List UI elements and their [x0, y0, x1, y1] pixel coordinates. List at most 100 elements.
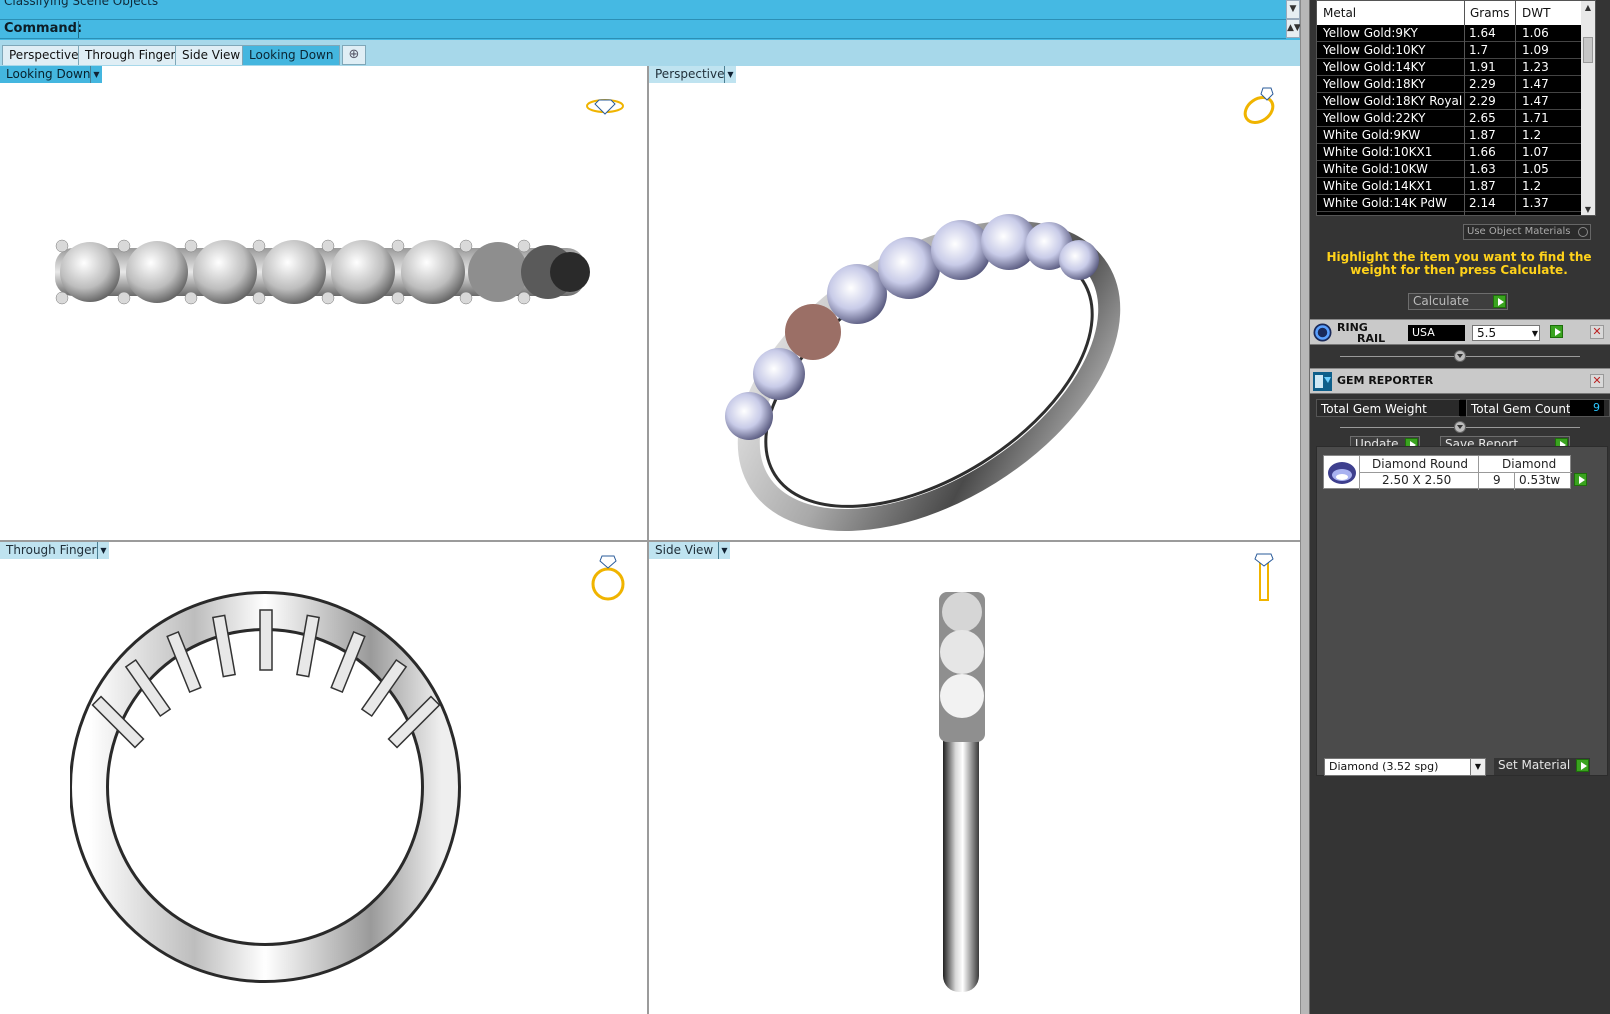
- ring-front-render: [70, 591, 461, 983]
- gem-row-play-icon[interactable]: [1574, 473, 1587, 486]
- ring-size-select[interactable]: 5.5 ▼: [1472, 325, 1540, 341]
- chevron-down-icon[interactable]: ▼: [1470, 759, 1485, 775]
- tab-side-view[interactable]: Side View: [175, 45, 248, 65]
- calculate-button[interactable]: Calculate: [1408, 293, 1508, 310]
- metal-table-row[interactable]: White Gold:14K PdW 2.14 1.37: [1317, 195, 1583, 212]
- metal-grams: 1.63: [1469, 162, 1496, 176]
- gem-reporter-icon: [1313, 372, 1332, 391]
- metal-table-row[interactable]: White Gold:14KX1 1.87 1.2: [1317, 178, 1583, 195]
- gem-shape: Diamond Round: [1372, 457, 1468, 471]
- header-metal[interactable]: Metal: [1323, 6, 1356, 20]
- tab-through-finger[interactable]: Through Finger: [78, 45, 183, 65]
- use-object-materials-label: Use Object Materials: [1467, 226, 1571, 237]
- gem-weight: 0.53tw: [1519, 473, 1561, 487]
- ring-perspective-gizmo-icon: [1243, 87, 1275, 124]
- header-grams[interactable]: Grams: [1470, 6, 1510, 20]
- ring-side-gizmo-icon: [1254, 553, 1274, 601]
- play-icon[interactable]: [1493, 295, 1506, 308]
- prong-row-front: [91, 609, 441, 749]
- viewport-menu-chevron-icon[interactable]: ▼: [97, 542, 109, 559]
- viewport-title: Looking Down: [0, 66, 97, 83]
- viewport-menu-chevron-icon[interactable]: ▼: [718, 542, 730, 559]
- viewport-through-finger[interactable]: Through Finger ▼: [0, 542, 647, 1014]
- ring-rail-apply-icon[interactable]: [1550, 325, 1563, 338]
- viewport-perspective[interactable]: Perspective ▼: [649, 66, 1300, 540]
- ring-top-gizmo-icon: [586, 99, 624, 115]
- metal-table-row[interactable]: Yellow Gold:14KY 1.91 1.23: [1317, 59, 1583, 76]
- ring-rail-header: RING RAIL USA 5.5 ▼ ✕: [1310, 319, 1610, 345]
- viewport-looking-down[interactable]: Looking Down ▼: [0, 66, 647, 540]
- right-panel: Metal Grams DWT Yellow Gold:9KY 1.64 1.06 Y…: [1310, 0, 1610, 1014]
- metal-dwt: 1.06: [1522, 26, 1549, 40]
- scroll-down-icon[interactable]: ▼: [1581, 203, 1595, 215]
- tab-perspective[interactable]: Perspective: [2, 45, 86, 65]
- ring-top-render: [55, 239, 590, 305]
- metal-grams: 2.65: [1469, 111, 1496, 125]
- viewport-tab-bar: Perspective Through Finger Side View Loo…: [0, 40, 1300, 66]
- command-scroll-icon[interactable]: ▲▼: [1286, 19, 1301, 38]
- command-input[interactable]: [78, 21, 1283, 38]
- metal-grams: 1.87: [1469, 179, 1496, 193]
- metal-table-row[interactable]: White Gold:10KX1 1.66 1.07: [1317, 144, 1583, 161]
- gem-list-item[interactable]: Diamond Round 2.50 X 2.50 Diamond 9 0.53…: [1323, 455, 1572, 490]
- metal-dwt: 1.37: [1522, 196, 1549, 210]
- metal-grams: 1.66: [1469, 145, 1496, 159]
- radio-icon[interactable]: [1578, 227, 1588, 237]
- gem-reporter-header: GEM REPORTER ✕: [1310, 368, 1610, 394]
- metal-dwt: 1.23: [1522, 60, 1549, 74]
- metal-dwt: 1.2: [1522, 179, 1542, 193]
- gem-reporter-slider-knob[interactable]: [1454, 421, 1466, 433]
- viewport-menu-chevron-icon[interactable]: ▼: [90, 66, 102, 83]
- metal-name: White Gold:14KX1: [1323, 179, 1433, 193]
- metal-table-header: Metal Grams DWT: [1317, 1, 1583, 25]
- metal-name: Yellow Gold:10KY: [1323, 43, 1426, 57]
- metal-name: White Gold:10KX1: [1323, 145, 1433, 159]
- set-material-button[interactable]: Set Material: [1494, 758, 1590, 775]
- metal-table-scrollbar[interactable]: ▲ ▼: [1581, 1, 1595, 215]
- app-window: Classifying Scene Objects Command: ▼ ▲▼ …: [0, 0, 1610, 1014]
- viewport-side-view[interactable]: Side View ▼: [649, 542, 1300, 1014]
- metal-dwt: 1.47: [1522, 94, 1549, 108]
- metal-table-row[interactable]: Yellow Gold:18KY 2.29 1.47: [1317, 76, 1583, 93]
- viewport-menu-chevron-icon[interactable]: ▼: [724, 66, 736, 83]
- history-scroll-down-icon[interactable]: ▼: [1286, 0, 1300, 19]
- metal-table-row[interactable]: Yellow Gold:9KY 1.64 1.06: [1317, 25, 1583, 42]
- metal-name: Yellow Gold:18KY Royal: [1323, 94, 1463, 108]
- ring-region-select[interactable]: USA: [1408, 325, 1465, 341]
- metal-grams: 2.29: [1469, 94, 1496, 108]
- add-tab-icon[interactable]: ⊕: [342, 45, 366, 65]
- tab-looking-down[interactable]: Looking Down: [242, 45, 341, 65]
- material-select[interactable]: Diamond (3.52 spg) ▼: [1324, 758, 1486, 776]
- metal-name: White Gold:9KW: [1323, 128, 1421, 142]
- metal-name: Yellow Gold:18KY: [1323, 77, 1426, 91]
- viewport-title: Side View: [649, 542, 720, 559]
- total-gem-count-value: 9: [1570, 400, 1604, 416]
- chevron-down-icon[interactable]: ▼: [1532, 327, 1538, 341]
- metal-grams: 2.29: [1469, 77, 1496, 91]
- close-gem-reporter-icon[interactable]: ✕: [1590, 374, 1604, 388]
- scroll-thumb[interactable]: [1583, 37, 1593, 63]
- ring-rail-slider-knob[interactable]: [1454, 350, 1466, 362]
- panel-splitter[interactable]: [1300, 0, 1310, 1014]
- command-label: Command:: [4, 21, 83, 36]
- scroll-up-icon[interactable]: ▲: [1581, 1, 1595, 15]
- viewport-divider-horizontal[interactable]: [0, 540, 1300, 542]
- viewport-title: Perspective: [649, 66, 731, 83]
- ring-rail-title-2: RAIL: [1357, 332, 1386, 345]
- metal-table-row[interactable]: White Gold:9KW 1.87 1.2: [1317, 127, 1583, 144]
- ring-size-value: 5.5: [1477, 326, 1497, 340]
- play-icon[interactable]: [1576, 759, 1589, 772]
- metal-table-row[interactable]: White Gold:10KW 1.63 1.05: [1317, 161, 1583, 178]
- column-divider: [1515, 1, 1516, 215]
- metal-name: White Gold:14K PdW: [1323, 196, 1448, 210]
- metal-table-row[interactable]: Yellow Gold:10KY 1.7 1.09: [1317, 42, 1583, 59]
- metal-table-row[interactable]: Yellow Gold:22KY 2.65 1.71: [1317, 110, 1583, 127]
- header-dwt[interactable]: DWT: [1522, 6, 1550, 20]
- gem-material: Diamond: [1502, 457, 1557, 471]
- metal-dwt: 1.2: [1522, 128, 1542, 142]
- close-ring-rail-icon[interactable]: ✕: [1590, 325, 1604, 339]
- metal-table-row[interactable]: Yellow Gold:18KY Royal 2.29 1.47: [1317, 93, 1583, 110]
- metal-weight-table: Metal Grams DWT Yellow Gold:9KY 1.64 1.06 Y…: [1316, 0, 1596, 216]
- metal-dwt: 1.47: [1522, 77, 1549, 91]
- use-object-materials-toggle[interactable]: Use Object Materials: [1463, 224, 1591, 240]
